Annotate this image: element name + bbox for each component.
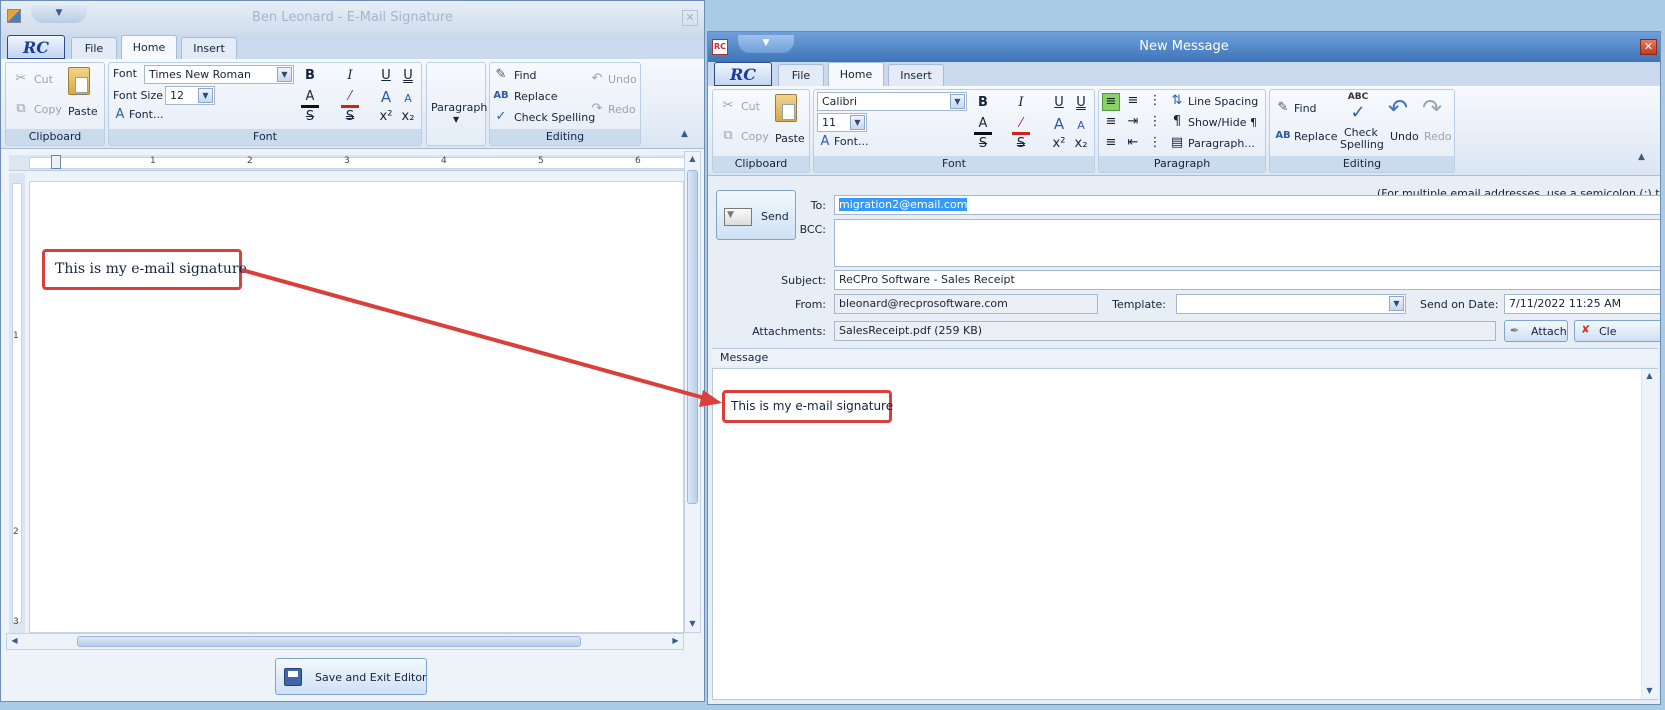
arrow-head-icon xyxy=(699,390,722,407)
callout-arrow xyxy=(241,268,722,407)
